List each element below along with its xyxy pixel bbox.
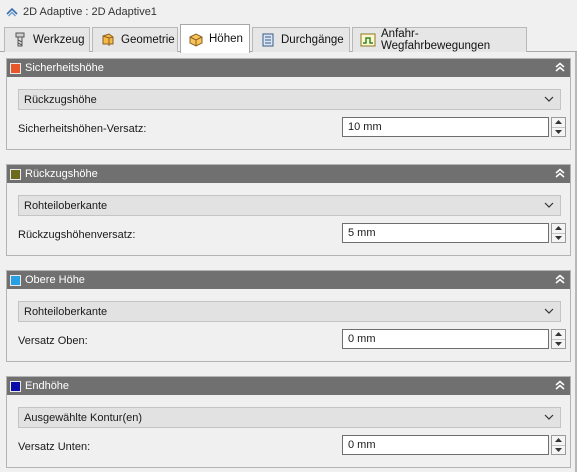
dropdown-value: Rückzugshöhe	[24, 93, 97, 106]
chevron-down-icon	[544, 414, 554, 420]
collapse-icon[interactable]	[554, 61, 566, 73]
spin-up-icon[interactable]	[552, 224, 565, 233]
group-color-swatch	[10, 380, 21, 392]
height-mode-dropdown[interactable]: Rohteiloberkante	[18, 195, 561, 216]
group-color-swatch	[10, 62, 21, 74]
tab-bar: Werkzeug Geometrie Höhen Durchgänge Anfa…	[0, 24, 577, 53]
chevron-down-icon	[544, 308, 554, 314]
offset-input[interactable]: 0 mm	[342, 435, 549, 455]
tab-label: Werkzeug	[33, 34, 85, 46]
group-rueckzugshoehe: Rückzugshöhe Rohteiloberkante Rückzugshö…	[6, 164, 571, 256]
group-header[interactable]: Endhöhe	[7, 377, 570, 395]
offset-input[interactable]: 5 mm	[342, 223, 549, 243]
tab-anfahr-wegfahrbewegungen[interactable]: Anfahr-Wegfahrbewegungen	[352, 27, 527, 52]
dropdown-value: Rohteiloberkante	[24, 199, 108, 212]
tab-hoehen[interactable]: Höhen	[180, 24, 250, 53]
spin-down-icon[interactable]	[552, 338, 565, 349]
height-mode-dropdown[interactable]: Rohteiloberkante	[18, 301, 561, 322]
group-sicherheitshoehe: Sicherheitshöhe Rückzugshöhe Sicherheits…	[6, 58, 571, 150]
offset-spinbox[interactable]: 10 mm	[342, 117, 566, 137]
spin-buttons[interactable]	[551, 435, 566, 455]
spin-down-icon[interactable]	[552, 126, 565, 137]
group-title: Sicherheitshöhe	[25, 62, 104, 74]
offset-label: Versatz Unten:	[18, 441, 91, 453]
height-mode-dropdown[interactable]: Ausgewählte Kontur(en)	[18, 407, 561, 428]
group-header[interactable]: Obere Höhe	[7, 271, 570, 289]
group-color-swatch	[10, 274, 21, 286]
dropdown-value: Ausgewählte Kontur(en)	[24, 411, 143, 424]
heights-icon	[188, 31, 204, 47]
offset-spinbox[interactable]: 0 mm	[342, 329, 566, 349]
tab-label: Anfahr-Wegfahrbewegungen	[381, 28, 491, 52]
height-mode-dropdown[interactable]: Rückzugshöhe	[18, 89, 561, 110]
group-title: Endhöhe	[25, 380, 70, 392]
spin-buttons[interactable]	[551, 223, 566, 243]
spin-down-icon[interactable]	[552, 444, 565, 455]
offset-label: Rückzugshöhenversatz:	[18, 229, 136, 241]
adaptive-operation-icon	[5, 5, 19, 19]
passes-icon	[260, 32, 276, 48]
offset-input[interactable]: 0 mm	[342, 329, 549, 349]
tab-label: Geometrie	[121, 34, 175, 46]
tab-label: Höhen	[209, 33, 243, 45]
tab-label: Durchgänge	[281, 34, 344, 46]
spin-buttons[interactable]	[551, 329, 566, 349]
spin-down-icon[interactable]	[552, 232, 565, 243]
group-header[interactable]: Rückzugshöhe	[7, 165, 570, 183]
offset-spinbox[interactable]: 5 mm	[342, 223, 566, 243]
group-obere-hoehe: Obere Höhe Rohteiloberkante Versatz Oben…	[6, 270, 571, 362]
chevron-down-icon	[544, 96, 554, 102]
tab-werkzeug[interactable]: Werkzeug	[4, 27, 90, 52]
collapse-icon[interactable]	[554, 273, 566, 285]
tab-durchgaenge[interactable]: Durchgänge	[252, 27, 350, 52]
chevron-down-icon	[544, 202, 554, 208]
collapse-icon[interactable]	[554, 167, 566, 179]
dropdown-value: Rohteiloberkante	[24, 305, 108, 318]
spin-up-icon[interactable]	[552, 330, 565, 339]
window-titlebar: 2D Adaptive : 2D Adaptive1	[0, 0, 577, 24]
group-title: Obere Höhe	[25, 274, 85, 286]
geometry-icon	[100, 32, 116, 48]
group-endhoehe: Endhöhe Ausgewählte Kontur(en) Versatz U…	[6, 376, 571, 468]
spin-up-icon[interactable]	[552, 118, 565, 127]
group-title: Rückzugshöhe	[25, 168, 98, 180]
linking-icon	[360, 32, 376, 48]
group-header[interactable]: Sicherheitshöhe	[7, 59, 570, 77]
spin-up-icon[interactable]	[552, 436, 565, 445]
collapse-icon[interactable]	[554, 379, 566, 391]
window-title: 2D Adaptive : 2D Adaptive1	[23, 6, 157, 18]
tool-icon	[12, 32, 28, 48]
offset-spinbox[interactable]: 0 mm	[342, 435, 566, 455]
tab-geometrie[interactable]: Geometrie	[92, 27, 178, 52]
group-color-swatch	[10, 168, 21, 180]
offset-input[interactable]: 10 mm	[342, 117, 549, 137]
spin-buttons[interactable]	[551, 117, 566, 137]
offset-label: Sicherheitshöhen-Versatz:	[18, 123, 147, 135]
offset-label: Versatz Oben:	[18, 335, 88, 347]
